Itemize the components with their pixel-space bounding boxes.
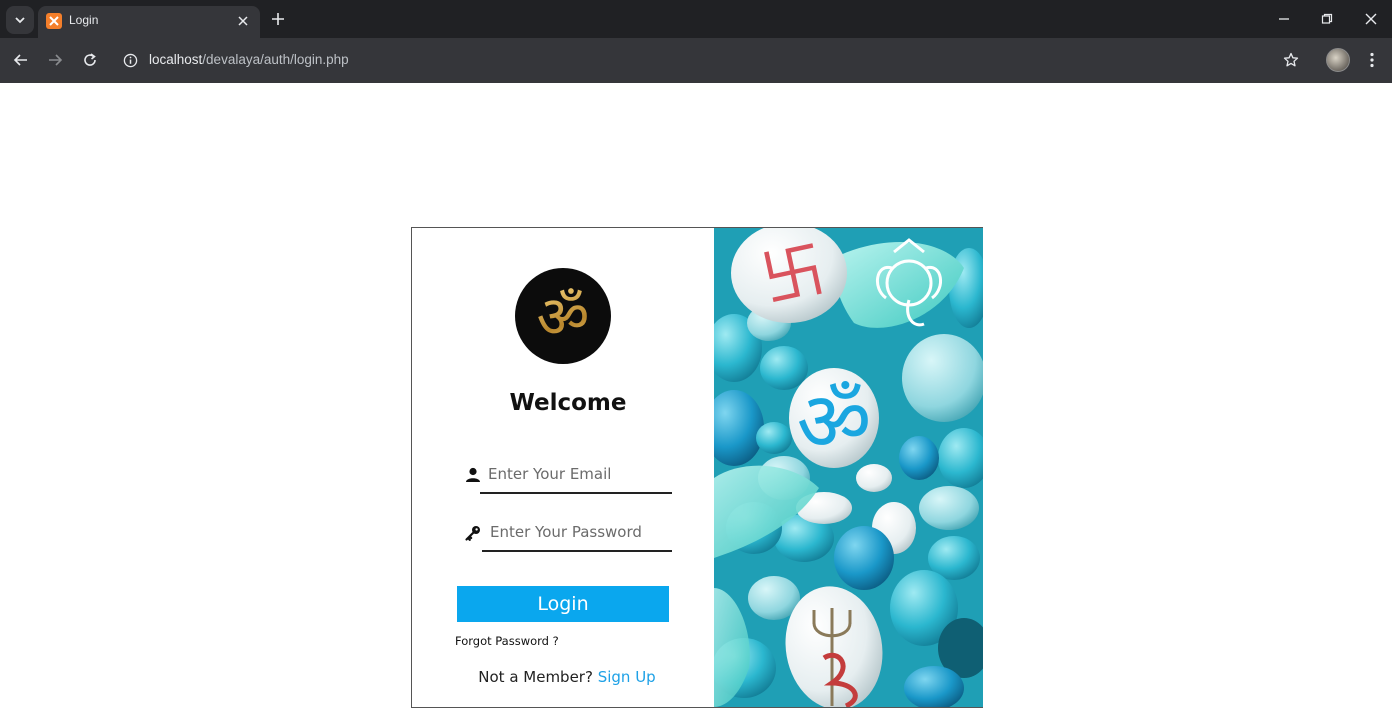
browser-toolbar: localhost/devalaya/auth/login.php — [0, 38, 1392, 83]
pebbles-illustration: 卐 ॐ — [714, 228, 983, 707]
minimize-icon[interactable] — [1272, 8, 1296, 30]
signup-prompt: Not a Member? Sign Up — [412, 668, 714, 686]
site-info-icon[interactable] — [121, 51, 139, 69]
email-field — [462, 456, 672, 496]
tab-title: Login — [69, 13, 99, 27]
login-form-pane: ॐ Welcome Login Forgot Password ? Not a … — [412, 228, 714, 707]
forgot-password-link[interactable]: Forgot Password ? — [455, 634, 559, 648]
login-button[interactable]: Login — [457, 586, 669, 622]
password-input[interactable] — [482, 514, 672, 552]
more-menu-icon[interactable] — [1362, 49, 1382, 71]
url-host: localhost — [149, 52, 203, 67]
tab-search-button[interactable] — [6, 6, 34, 34]
restore-icon[interactable] — [1315, 8, 1339, 30]
email-input[interactable] — [480, 456, 672, 494]
address-bar[interactable]: localhost/devalaya/auth/login.php — [149, 52, 349, 67]
bookmark-star-icon[interactable] — [1280, 49, 1302, 71]
sign-up-link[interactable]: Sign Up — [598, 668, 656, 686]
key-icon — [465, 526, 480, 541]
browser-tabstrip: Login — [0, 0, 1392, 38]
xampp-icon — [46, 13, 62, 29]
om-logo: ॐ — [515, 268, 611, 364]
reload-icon[interactable] — [78, 48, 102, 72]
back-arrow-icon[interactable] — [9, 48, 33, 72]
forward-arrow-icon[interactable] — [43, 48, 67, 72]
chevron-down-icon — [15, 17, 25, 24]
welcome-heading: Welcome — [509, 390, 627, 416]
pebbles-decorative-image: 卐 ॐ — [714, 228, 983, 707]
not-member-text: Not a Member? — [478, 668, 593, 686]
om-logo-glyph: ॐ — [536, 283, 590, 351]
close-window-icon[interactable] — [1359, 8, 1383, 30]
om-symbol: ॐ — [797, 375, 872, 470]
browser-tab[interactable]: Login — [38, 6, 260, 38]
new-tab-plus-icon[interactable] — [268, 9, 288, 29]
login-card: ॐ Welcome Login Forgot Password ? Not a … — [411, 227, 983, 708]
url-path: /devalaya/auth/login.php — [202, 52, 349, 67]
profile-avatar[interactable] — [1326, 48, 1350, 72]
tab-close-icon[interactable] — [234, 12, 252, 30]
password-field — [462, 514, 672, 554]
